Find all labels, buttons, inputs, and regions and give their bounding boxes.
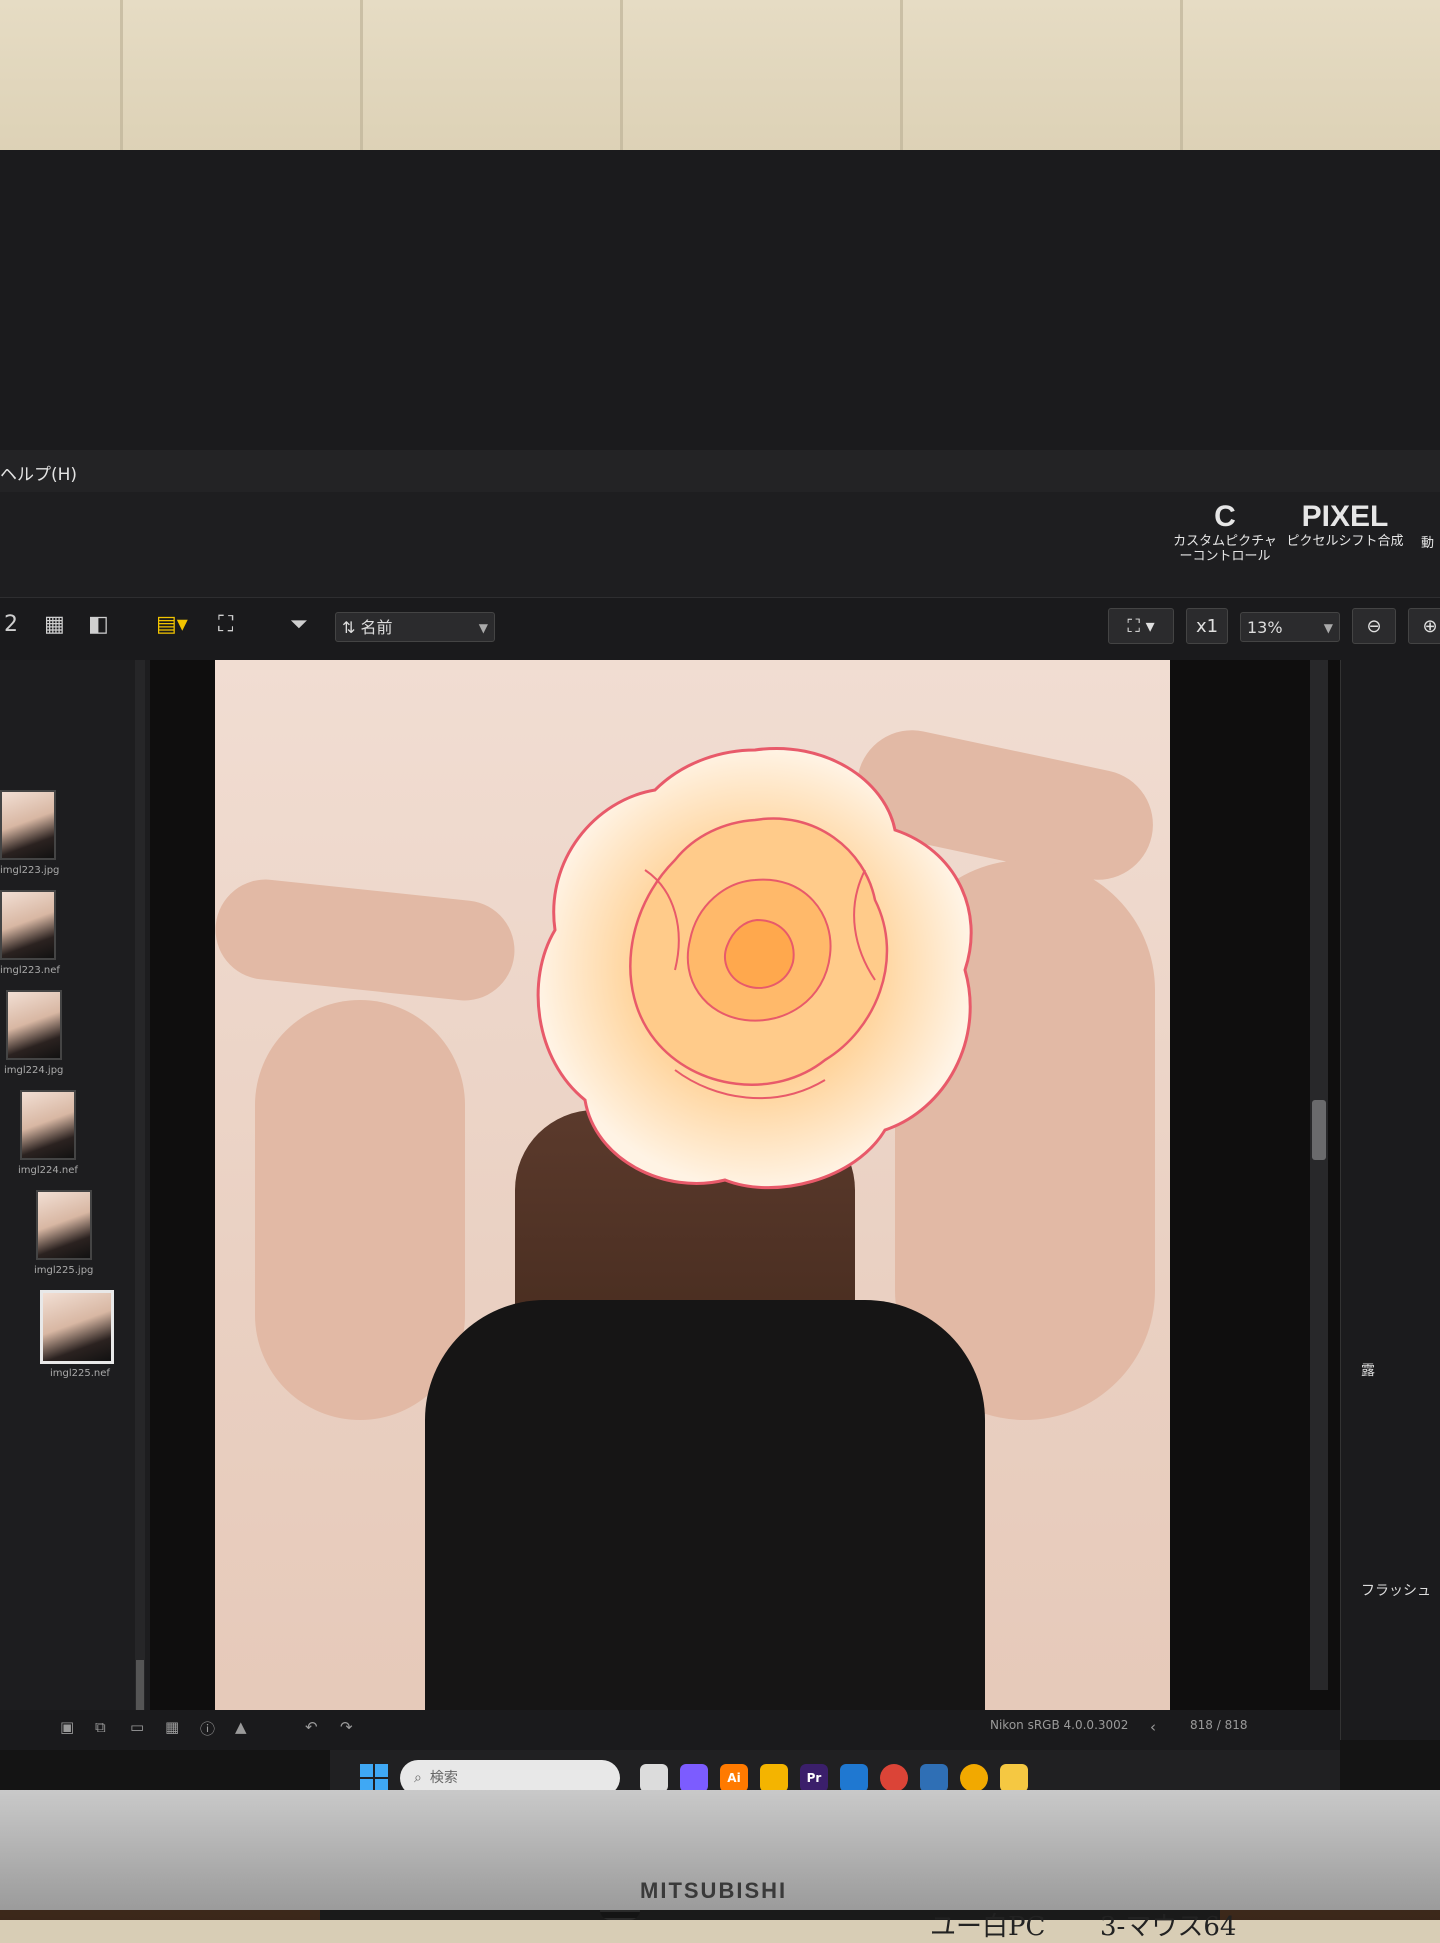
monitor: ヘルプ(H) C カスタムピクチャーコントロール PIXEL ピクセルシフト合成… — [0, 150, 1440, 1942]
filmstrip-scrollbar[interactable] — [135, 660, 145, 1740]
page-counter: 818 / 818 — [1190, 1718, 1248, 1732]
grid-icon[interactable]: ▦ — [165, 1718, 179, 1736]
zoom-ratio-button[interactable]: x1 — [1186, 608, 1228, 644]
ribbon: C カスタムピクチャーコントロール PIXEL ピクセルシフト合成 動 — [0, 492, 1440, 598]
search-placeholder: 検索 — [429, 1770, 458, 1786]
stack-icon[interactable]: ▣ — [60, 1718, 74, 1736]
fit-mode-button[interactable]: ⛶ ▾ — [1108, 608, 1174, 644]
menu-help[interactable]: ヘルプ(H) — [0, 460, 77, 485]
file-explorer-icon[interactable] — [760, 1764, 788, 1792]
thumbnail-size-icon[interactable]: ▤▾ — [156, 612, 188, 637]
thumbnail-selected[interactable] — [40, 1290, 114, 1364]
ribbon-more-label: 動 — [1420, 536, 1434, 551]
search-icon: ⌕ — [414, 1770, 422, 1786]
thumbnail[interactable] — [0, 890, 56, 960]
display-icon[interactable]: ▭ — [130, 1718, 144, 1736]
rotate-left-icon[interactable]: ↶ — [305, 1718, 318, 1736]
info-icon[interactable]: ⓘ — [200, 1718, 215, 1739]
pixel-shift-button[interactable]: PIXEL ピクセルシフト合成 — [1285, 500, 1405, 549]
thumbnail[interactable] — [36, 1190, 92, 1260]
zoom-select[interactable]: 13% ▼ — [1240, 612, 1340, 642]
fit-mode-icon: ⛶ ▾ — [1127, 616, 1155, 637]
thumbnail-filename: imgl224.nef — [18, 1165, 78, 1176]
nx-studio-icon[interactable] — [960, 1764, 988, 1792]
premiere-icon[interactable]: Pr — [800, 1764, 828, 1792]
custom-picture-control-label: カスタムピクチャーコントロール — [1173, 534, 1277, 564]
thumbnail[interactable] — [6, 990, 62, 1060]
zoom-in-icon: ⊕ — [1422, 616, 1438, 637]
compare-icon[interactable]: ⧉ — [95, 1718, 106, 1736]
pixel-shift-label: ピクセルシフト合成 — [1286, 534, 1404, 549]
monitor-brand: MITSUBISHI — [640, 1878, 788, 1903]
fit-screen-icon[interactable]: ⛶ — [218, 612, 233, 637]
thumbnail-filename: imgl223.nef — [0, 965, 60, 976]
photo-garment — [425, 1300, 985, 1740]
sort-icon: ⇅ — [342, 618, 361, 637]
status-bar: ▣ ⧉ ▭ ▦ ⓘ ▲ ↶ ↷ Nikon sRGB 4.0.0.3002 ‹ … — [0, 1710, 1340, 1750]
filmstrip: imgl223.jpg imgl223.nef imgl224.jpg imgl… — [0, 660, 151, 1740]
layout-2-button[interactable]: 2 — [4, 612, 18, 637]
monitor-label-right: 3-マウス64 — [1100, 1912, 1237, 1942]
toolbar: 2 ▦ ◧ ▤▾ ⛶ ⏷ ⇅ 名前 ▼ ⛶ ▾ x1 13% ▼ ⊖ ⊕ — [0, 598, 1440, 660]
task-view-icon[interactable] — [640, 1764, 668, 1792]
rotate-right-icon[interactable]: ↷ — [340, 1718, 353, 1736]
panel-section-exposure[interactable]: 露 — [1361, 1360, 1375, 1380]
screen: ヘルプ(H) C カスタムピクチャーコントロール PIXEL ピクセルシフト合成… — [0, 450, 1440, 1810]
app-icon[interactable] — [920, 1764, 948, 1792]
illustrator-icon[interactable]: Ai — [720, 1764, 748, 1792]
photo — [215, 660, 1170, 1740]
chrome-icon[interactable] — [880, 1764, 908, 1792]
picture-control-icon: C — [1214, 500, 1236, 533]
chevron-down-icon: ▼ — [1323, 621, 1333, 635]
sort-select[interactable]: ⇅ 名前 ▼ — [335, 612, 495, 642]
filter-icon[interactable]: ⏷ — [290, 612, 308, 637]
histogram-icon[interactable]: ▲ — [235, 1718, 247, 1736]
thumbnail[interactable] — [20, 1090, 76, 1160]
grid-view-icon[interactable]: ▦ — [44, 612, 65, 637]
custom-picture-control-button[interactable]: C カスタムピクチャーコントロール — [1170, 500, 1280, 564]
zoom-out-icon: ⊖ — [1366, 616, 1382, 637]
chevron-down-icon: ▼ — [478, 621, 488, 635]
app-icon[interactable] — [1000, 1764, 1028, 1792]
viewer-scrollbar[interactable] — [1310, 660, 1328, 1690]
thumbnail-filename: imgl224.jpg — [4, 1065, 64, 1076]
sort-select-value: 名前 — [360, 618, 393, 637]
zoom-select-value: 13% — [1247, 618, 1283, 637]
color-profile: Nikon sRGB 4.0.0.3002 — [990, 1718, 1129, 1732]
thumbnail[interactable] — [0, 790, 56, 860]
zoom-in-button[interactable]: ⊕ — [1408, 608, 1440, 644]
zoom-out-button[interactable]: ⊖ — [1352, 608, 1396, 644]
thumbnail-filename: imgl225.jpg — [34, 1265, 94, 1276]
image-viewer[interactable] — [150, 660, 1420, 1740]
pixel-shift-icon: PIXEL — [1301, 500, 1389, 533]
rose-sticker — [536, 747, 973, 1190]
adjustment-panel: 露 フラッシュ — [1340, 660, 1440, 1740]
previous-image-button[interactable]: ‹ — [1150, 1718, 1156, 1736]
thumbnail-filename: imgl225.nef — [50, 1368, 110, 1379]
menu-bar: ヘルプ(H) — [0, 450, 1440, 492]
viewer-scroll-thumb[interactable] — [1312, 1100, 1326, 1160]
photo-arm-left-lower — [255, 1000, 465, 1420]
thumbnail-filename: imgl223.jpg — [0, 865, 60, 876]
copilot-icon[interactable] — [680, 1764, 708, 1792]
ribbon-more-button[interactable]: 動 — [1415, 536, 1440, 551]
split-view-icon[interactable]: ◧ — [88, 612, 109, 637]
panel-section-flash[interactable]: フラッシュ — [1361, 1580, 1431, 1600]
monitor-label-left: ユー白PC — [930, 1912, 1046, 1942]
store-icon[interactable] — [840, 1764, 868, 1792]
photo-arm-left — [215, 874, 520, 1006]
